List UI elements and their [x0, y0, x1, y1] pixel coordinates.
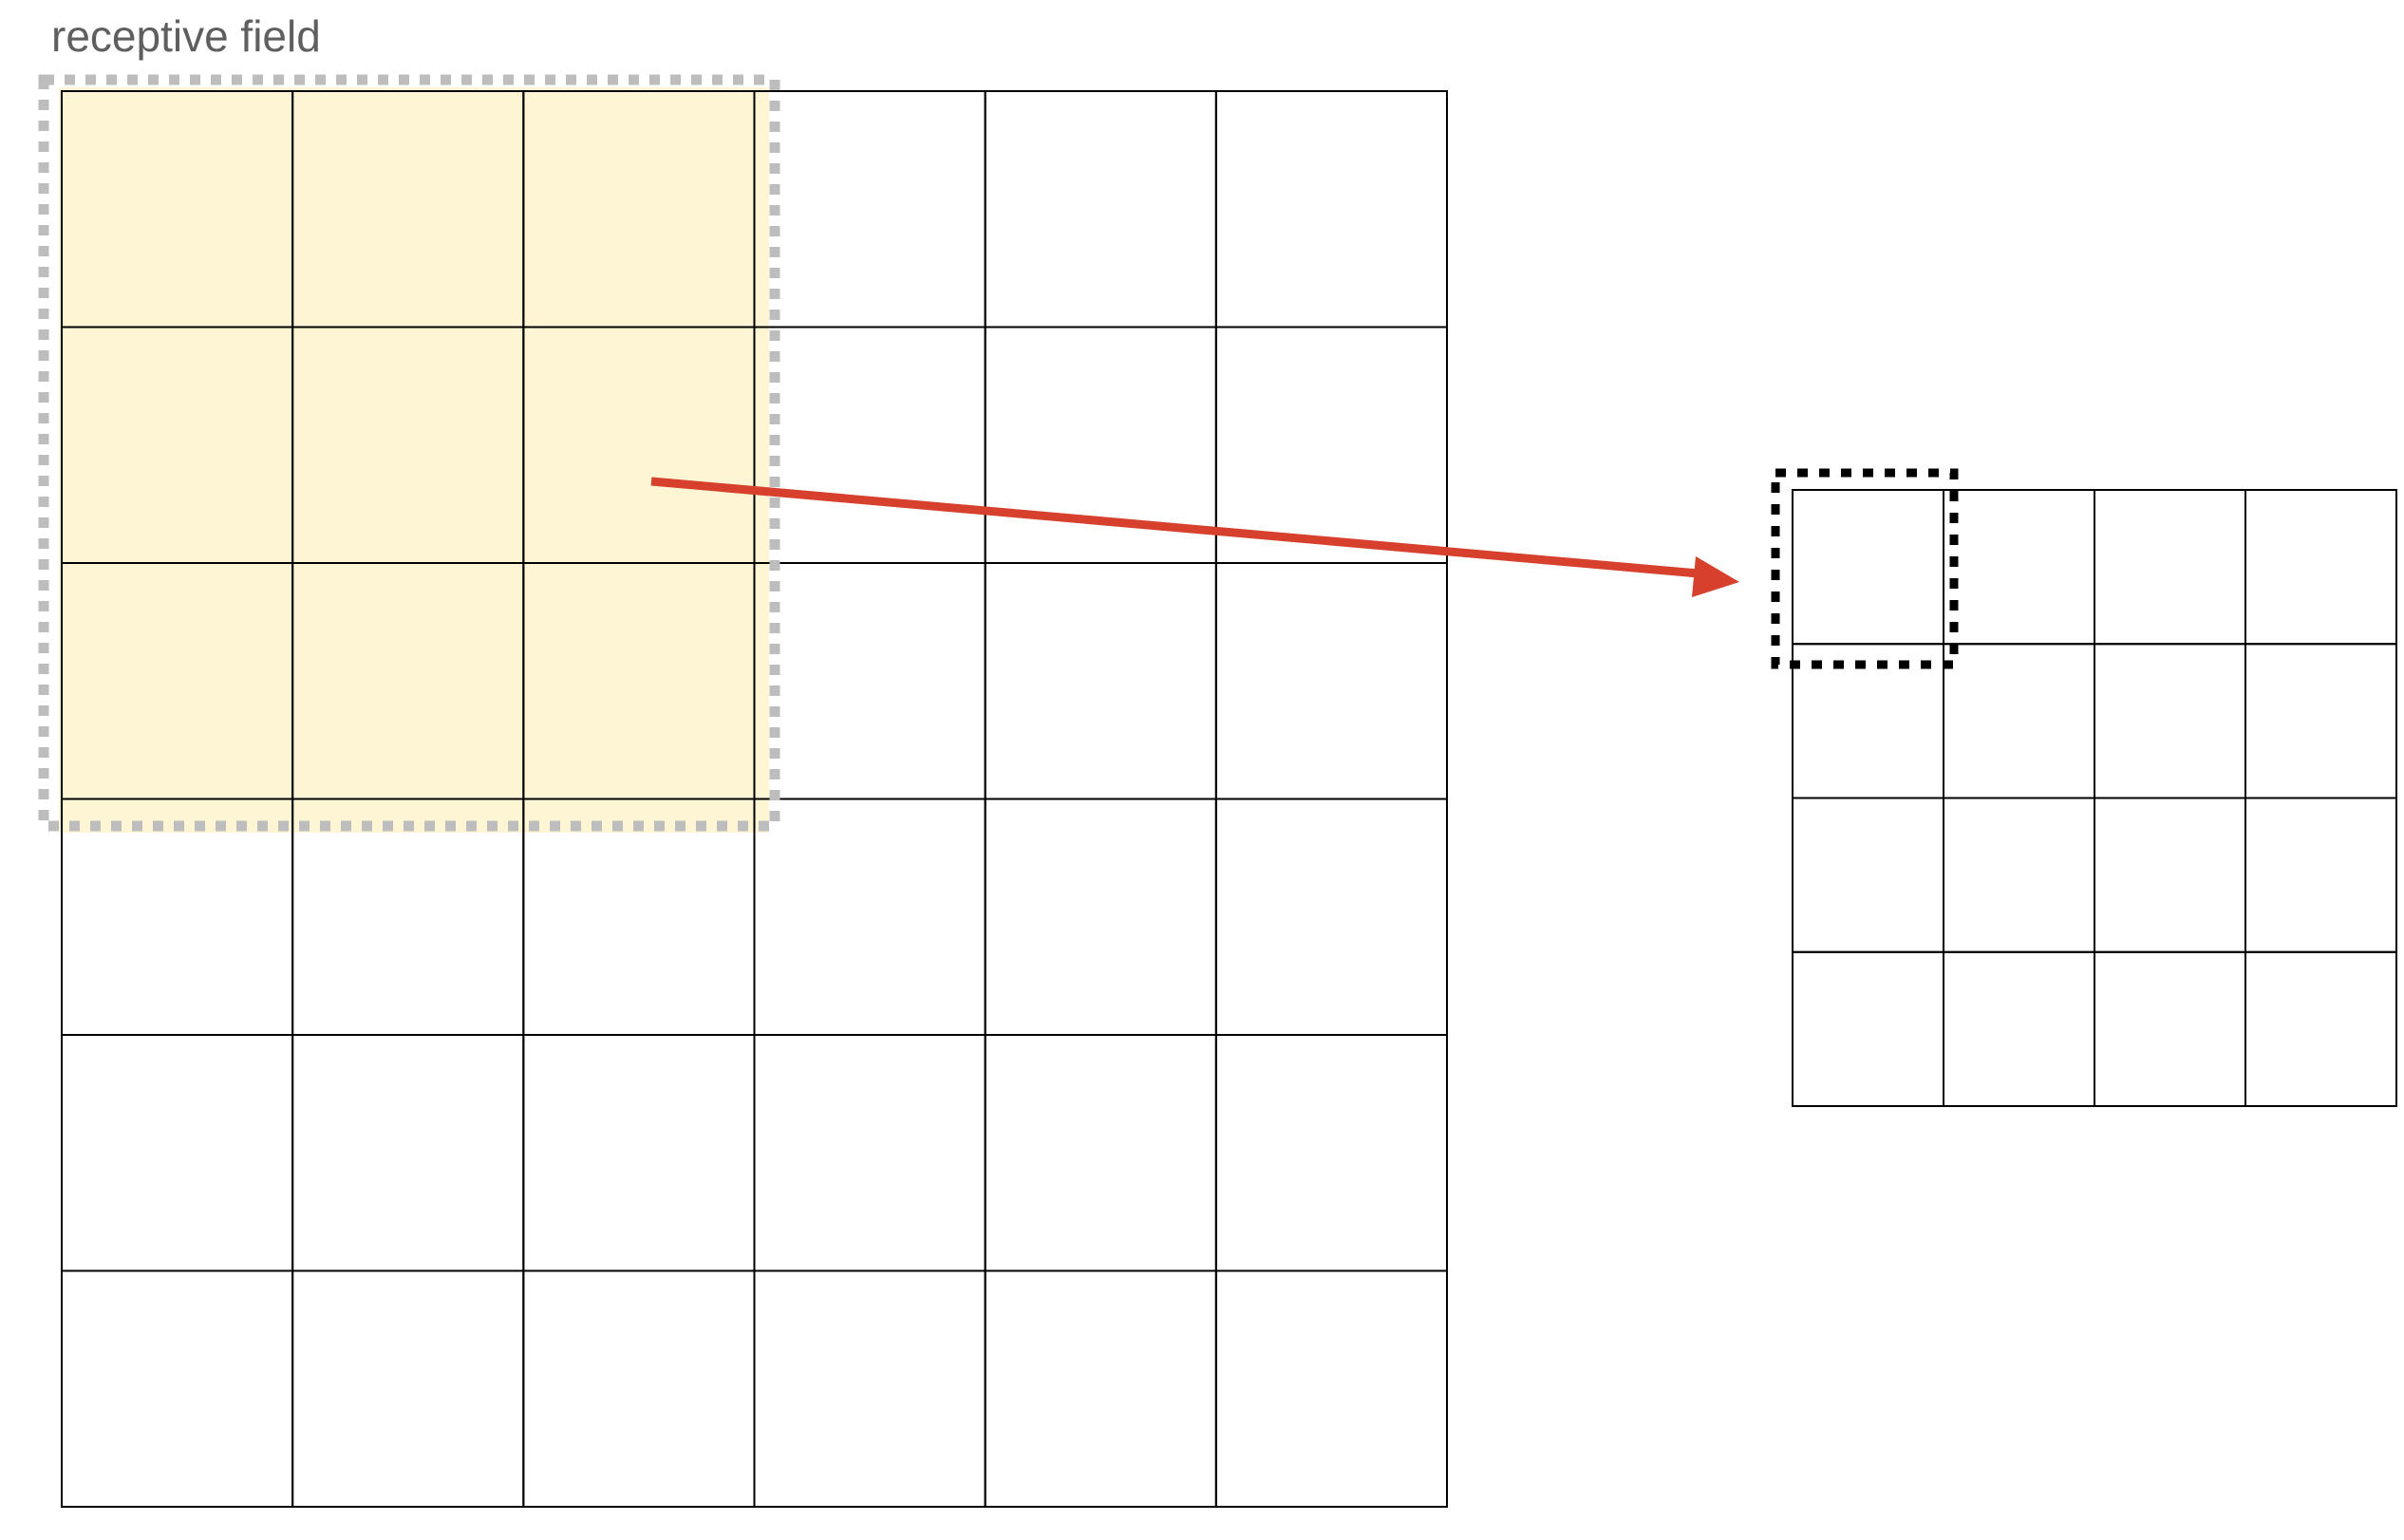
- output-grid-cell: [1792, 489, 1944, 646]
- input-grid-cell: [1214, 326, 1449, 564]
- output-grid-cell: [2094, 489, 2246, 646]
- input-grid-cell: [753, 1269, 986, 1508]
- input-grid-cell: [1214, 798, 1449, 1036]
- output-grid-cell: [2244, 489, 2397, 646]
- input-grid-cell: [753, 326, 986, 564]
- input-grid-cell: [522, 1034, 756, 1272]
- input-grid-cell: [291, 1269, 525, 1508]
- input-grid-cell: [984, 1034, 1217, 1272]
- input-grid-cell: [753, 562, 986, 800]
- input-grid-cell: [753, 798, 986, 1036]
- output-grid-cell: [1943, 489, 2095, 646]
- input-grid-cell: [61, 1034, 294, 1272]
- output-grid-cell: [2094, 797, 2246, 953]
- output-grid-cell: [2244, 643, 2397, 799]
- output-grid-cell: [1943, 797, 2095, 953]
- input-grid-cell: [984, 798, 1217, 1036]
- output-grid-cell: [2244, 797, 2397, 953]
- arrow-head: [1692, 556, 1739, 597]
- receptive-field-highlight: [59, 87, 769, 833]
- input-grid-cell: [1214, 562, 1449, 800]
- output-grid-cell: [1792, 950, 1944, 1107]
- output-cell-border: [1771, 468, 1959, 669]
- input-grid-cell: [522, 798, 756, 1036]
- input-grid-cell: [753, 90, 986, 329]
- arrow-line: [650, 477, 1710, 579]
- receptive-field-diagram: receptive field: [38, 11, 2397, 1508]
- input-grid-cell: [1214, 1034, 1449, 1272]
- input-grid-cell: [984, 90, 1217, 329]
- output-grid-cell: [1943, 643, 2095, 799]
- input-grid-cell: [61, 1269, 294, 1508]
- input-grid-cell: [1214, 1269, 1449, 1508]
- input-grid-cell: [984, 562, 1217, 800]
- input-grid-cell: [291, 798, 525, 1036]
- input-grid-cell: [291, 1034, 525, 1272]
- output-grid-cell: [1943, 950, 2095, 1107]
- output-grid-cell: [2094, 643, 2246, 799]
- input-grid-cell: [753, 1034, 986, 1272]
- input-grid-cell: [1214, 90, 1449, 329]
- output-grid-cell: [2094, 950, 2246, 1107]
- input-grid-cell: [984, 1269, 1217, 1508]
- receptive-field-label: receptive field: [51, 11, 321, 61]
- output-grid-cell: [2244, 950, 2397, 1107]
- input-grid-cell: [61, 798, 294, 1036]
- mapping-arrow: [650, 477, 1739, 597]
- input-grid-cell: [522, 1269, 756, 1508]
- output-grid-cell: [1792, 797, 1944, 953]
- output-grid: [1792, 489, 2397, 1107]
